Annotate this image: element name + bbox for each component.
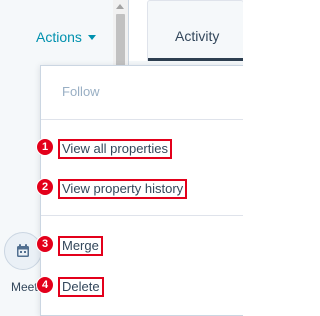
annotation-badge: 4 [36,276,54,294]
record-page: Actions Meet Activity Follow View all pr… [0,0,243,316]
annotation-badge: 2 [36,178,54,196]
meetings-button[interactable] [4,232,42,270]
tab-activity-label: Activity [175,28,220,44]
menu-item-label: Merge [58,236,103,256]
menu-divider [41,215,243,216]
scroll-up-arrow-icon[interactable] [116,4,124,9]
actions-label: Actions [36,29,82,45]
annotation-badge: 1 [36,138,54,156]
meetings-label: Meet [11,280,38,294]
caret-down-icon [87,34,96,40]
menu-item-label: View property history [58,179,188,199]
annotation-badge: 3 [36,235,54,253]
calendar-icon [17,244,29,257]
menu-item-label: Follow [62,84,100,99]
actions-dropdown-menu: Follow View all properties View property… [40,65,243,316]
menu-item-label: Delete [58,277,104,297]
menu-item-follow[interactable]: Follow [41,77,243,107]
menu-divider [41,119,243,120]
menu-item-delete[interactable]: Delete [41,271,243,301]
menu-item-view-property-history[interactable]: View property history [41,173,243,203]
menu-item-label: View all properties [58,139,172,159]
actions-dropdown-button[interactable]: Actions [36,29,96,45]
menu-item-view-all-properties[interactable]: View all properties [41,133,243,163]
tab-activity[interactable]: Activity [147,0,243,61]
menu-item-merge[interactable]: Merge [41,230,243,260]
